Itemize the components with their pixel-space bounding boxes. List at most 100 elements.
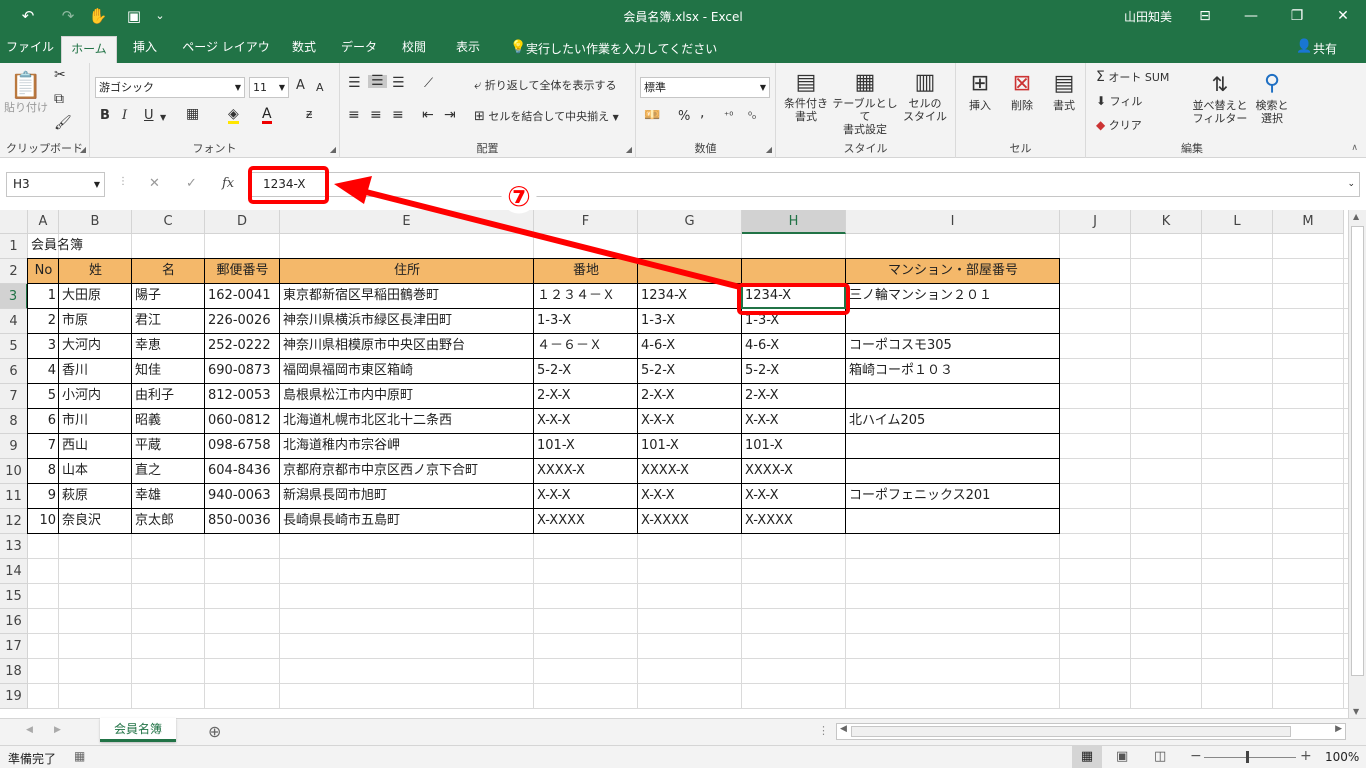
table-cell[interactable]: 直之: [132, 459, 205, 484]
percent-button[interactable]: %: [678, 110, 690, 123]
table-cell[interactable]: 神奈川県横浜市緑区長津田町: [280, 309, 534, 334]
table-cell[interactable]: 大河内: [59, 334, 132, 359]
autosum-button[interactable]: Σ オート SUM: [1096, 70, 1169, 84]
insert-function-icon[interactable]: fx: [222, 176, 234, 191]
increase-indent-icon[interactable]: ⇥: [444, 108, 456, 122]
table-cell[interactable]: 三ノ輪マンション２０１: [846, 284, 1060, 309]
table-cell[interactable]: 君江: [132, 309, 205, 334]
tab-data[interactable]: データ: [334, 32, 384, 63]
copy-icon[interactable]: ⧉: [54, 92, 64, 106]
scroll-up-arrow-icon[interactable]: ▲: [1353, 212, 1359, 221]
table-cell[interactable]: 萩原: [59, 484, 132, 509]
table-cell[interactable]: 昭義: [132, 409, 205, 434]
table-cell[interactable]: [846, 434, 1060, 459]
format-cells-button[interactable]: ▤ 書式: [1044, 69, 1084, 112]
table-cell[interactable]: 長崎県長崎市五島町: [280, 509, 534, 534]
tab-page-layout[interactable]: ページ レイアウト: [178, 32, 274, 85]
row-header-3[interactable]: 3: [0, 284, 28, 309]
column-header-b[interactable]: B: [59, 210, 132, 234]
column-header-g[interactable]: G: [638, 210, 742, 234]
row-header-19[interactable]: 19: [0, 684, 28, 709]
row-header-17[interactable]: 17: [0, 634, 28, 659]
table-cell[interactable]: 10: [28, 509, 59, 534]
tab-home[interactable]: ホーム: [61, 36, 117, 63]
table-cell[interactable]: 新潟県長岡市旭町: [280, 484, 534, 509]
expand-formula-icon[interactable]: ⌄: [1347, 173, 1355, 196]
macro-record-icon[interactable]: ▦: [74, 749, 85, 763]
row-header-16[interactable]: 16: [0, 609, 28, 634]
ribbon-display-options-icon[interactable]: ⊟: [1190, 4, 1220, 28]
row-header-11[interactable]: 11: [0, 484, 28, 509]
table-cell[interactable]: 690-0873: [205, 359, 280, 384]
cut-icon[interactable]: ✂: [54, 68, 66, 82]
phonetic-icon[interactable]: ᵶ: [306, 108, 313, 121]
tell-me-box[interactable]: 実行したい作業を入力してください: [526, 40, 717, 57]
zoom-level[interactable]: 100%: [1325, 750, 1359, 764]
tab-formulas[interactable]: 数式: [282, 32, 326, 63]
grow-font-button[interactable]: A: [296, 79, 305, 92]
table-cell[interactable]: 陽子: [132, 284, 205, 309]
orientation-icon[interactable]: ⟋: [424, 77, 433, 90]
row-header-4[interactable]: 4: [0, 309, 28, 334]
merge-center-button[interactable]: ⊞ セルを結合して中央揃え ▼: [474, 110, 619, 124]
table-cell[interactable]: 162-0041: [205, 284, 280, 309]
collapse-ribbon-icon[interactable]: ∧: [1351, 143, 1358, 153]
conditional-formatting-button[interactable]: ▤ 条件付き 書式: [780, 69, 832, 123]
decrease-indent-icon[interactable]: ⇤: [422, 108, 434, 122]
bold-button[interactable]: B: [100, 109, 110, 122]
column-header-a[interactable]: A: [28, 210, 59, 234]
table-cell[interactable]: 7: [28, 434, 59, 459]
table-cell[interactable]: １２３４－Ｘ: [534, 284, 638, 309]
table-cell[interactable]: 北海道札幌市北区北十二条西: [280, 409, 534, 434]
sheet-title-cell[interactable]: 会員名簿: [28, 234, 228, 259]
zoom-in-button[interactable]: +: [1300, 748, 1312, 764]
table-cell[interactable]: X-XXXX: [534, 509, 638, 534]
table-cell[interactable]: 850-0036: [205, 509, 280, 534]
table-cell[interactable]: 101-X: [638, 434, 742, 459]
row-header-9[interactable]: 9: [0, 434, 28, 459]
table-cell[interactable]: 940-0063: [205, 484, 280, 509]
zoom-slider-thumb[interactable]: [1246, 751, 1249, 763]
row-header-12[interactable]: 12: [0, 509, 28, 534]
table-cell[interactable]: 2-X-X: [638, 384, 742, 409]
column-header-d[interactable]: D: [205, 210, 280, 234]
table-cell[interactable]: 北ハイム205: [846, 409, 1060, 434]
table-cell[interactable]: 5-2-X: [534, 359, 638, 384]
table-cell[interactable]: 西山: [59, 434, 132, 459]
table-cell[interactable]: 神奈川県相模原市中央区由野台: [280, 334, 534, 359]
close-icon[interactable]: ✕: [1328, 4, 1358, 28]
table-cell[interactable]: 4-6-X: [638, 334, 742, 359]
table-cell[interactable]: 箱崎コーポ１０３: [846, 359, 1060, 384]
tab-file[interactable]: ファイル: [4, 32, 56, 63]
table-cell[interactable]: 大田原: [59, 284, 132, 309]
zoom-slider[interactable]: [1204, 757, 1296, 758]
table-cell[interactable]: 香川: [59, 359, 132, 384]
column-header-i[interactable]: I: [846, 210, 1060, 234]
table-cell[interactable]: 京太郎: [132, 509, 205, 534]
font-size-select[interactable]: 11 ▼: [249, 77, 289, 98]
vertical-scrollbar-thumb[interactable]: [1351, 226, 1364, 676]
table-cell[interactable]: [846, 384, 1060, 409]
table-header-cell[interactable]: 姓: [59, 259, 132, 284]
table-header-cell[interactable]: 住所: [280, 259, 534, 284]
cell-styles-button[interactable]: ▥ セルの スタイル: [898, 69, 952, 123]
underline-button[interactable]: U: [144, 109, 154, 122]
table-cell[interactable]: X-X-X: [742, 409, 846, 434]
comma-button[interactable]: ,: [700, 106, 704, 120]
table-cell[interactable]: 知佳: [132, 359, 205, 384]
table-cell[interactable]: 北海道稚内市宗谷岬: [280, 434, 534, 459]
table-cell[interactable]: 812-0053: [205, 384, 280, 409]
fill-color-icon[interactable]: ◈: [228, 107, 239, 124]
find-select-button[interactable]: ⚲ 検索と 選択: [1250, 69, 1294, 125]
italic-button[interactable]: I: [122, 109, 127, 122]
table-cell[interactable]: 市川: [59, 409, 132, 434]
table-cell[interactable]: X-XXXX: [638, 509, 742, 534]
row-header-13[interactable]: 13: [0, 534, 28, 559]
table-cell[interactable]: X-X-X: [534, 409, 638, 434]
scrollbar-thumb[interactable]: [851, 726, 1291, 737]
enter-icon[interactable]: ✓: [186, 176, 197, 191]
table-cell[interactable]: 5-2-X: [742, 359, 846, 384]
table-header-cell[interactable]: 名: [132, 259, 205, 284]
increase-decimal-icon[interactable]: ⁺⁰: [724, 110, 733, 123]
table-cell[interactable]: 幸雄: [132, 484, 205, 509]
